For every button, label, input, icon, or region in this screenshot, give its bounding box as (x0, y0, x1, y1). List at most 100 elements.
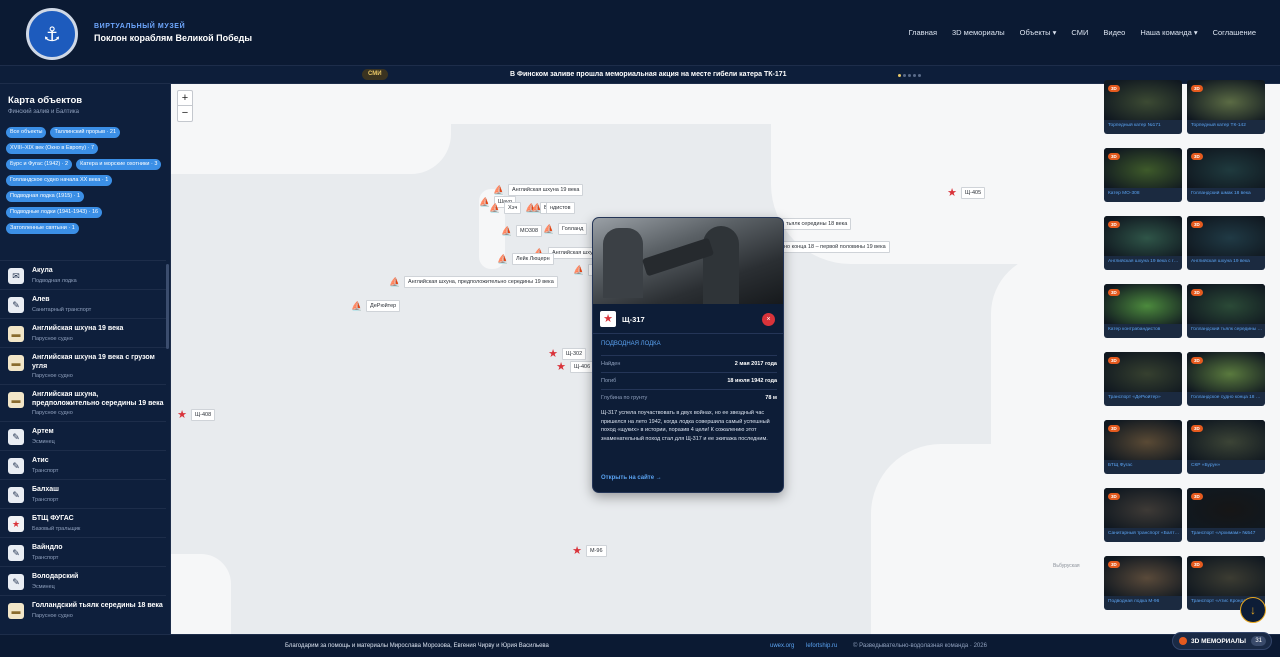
list-item-type: Парусное судно (32, 410, 73, 416)
memorial-card[interactable]: 3D Голландский шмак 18 века (1187, 148, 1265, 202)
nav-media[interactable]: СМИ (1071, 28, 1088, 37)
memorial-card[interactable]: 3D Катер МО-308 (1104, 148, 1182, 202)
nav-objects[interactable]: Объекты ▾ (1020, 28, 1057, 37)
nav-agreement[interactable]: Соглашение (1213, 28, 1256, 37)
list-item[interactable]: ✎ Атис Транспорт (0, 450, 166, 479)
memorial-caption: Голландский тьялк середины 18 века (1191, 327, 1263, 332)
museum-logo-icon[interactable]: ⚓ (26, 8, 78, 60)
zoom-out-button[interactable]: − (178, 106, 192, 121)
memorial-caption: Торпедный катер ТК-142 (1191, 123, 1246, 128)
memorial-card[interactable]: 3D Катер контрабандистов (1104, 284, 1182, 338)
site-footer: Благодарим за помощь и материалы Миросла… (0, 634, 1280, 657)
map-marker[interactable]: ★ Щ-405 (946, 187, 986, 199)
ship-icon: ⛵ (389, 277, 401, 287)
list-item[interactable]: ▬ Английская шхуна 19 века с грузом угля П… (0, 347, 166, 384)
list-item-type: Парусное судно (32, 335, 73, 342)
list-item[interactable]: ✎ Балхаш Транспорт (0, 479, 166, 508)
nav-3d-memorials[interactable]: 3D мемориалы (952, 28, 1005, 37)
map-marker[interactable]: ⛵ Голланд (543, 223, 588, 235)
footer-link-uwex[interactable]: uwex.org (770, 643, 794, 649)
map-marker[interactable]: ★ Щ-302 (547, 348, 587, 360)
arrow-down-icon: ↓ (1250, 603, 1256, 617)
map-marker[interactable]: ⛵ Английская шхуна 19 века (493, 184, 584, 196)
list-item[interactable]: ▬ Голландский тьялк середины 18 века Парус… (0, 595, 166, 624)
list-item-name: БТЩ ФУГАС (32, 515, 74, 522)
ticker-dot[interactable] (903, 74, 906, 77)
memorials-button[interactable]: 3D МЕМОРИАЛЫ 31 (1172, 632, 1272, 650)
memorial-caption: Подводная лодка М-96 (1108, 599, 1160, 604)
close-icon[interactable]: × (762, 313, 775, 326)
ticker-dot[interactable] (908, 74, 911, 77)
brand-title[interactable]: Поклон кораблям Великой Победы (94, 33, 252, 43)
memorial-card[interactable]: 3D Голландское судно конца 18 — первой по… (1187, 352, 1265, 406)
list-item[interactable]: ✎ Алев Санитарный транспорт (0, 289, 166, 318)
list-item[interactable]: ✎ Артем Эсминец (0, 421, 166, 450)
map-marker[interactable]: ★ Щ-408 (176, 409, 216, 421)
filter-chip[interactable]: XVIII–XIX век (Окно в Европу) · 7 (6, 143, 99, 154)
memorial-card[interactable]: 3D Транспорт «ДеРюйтер» (1104, 352, 1182, 406)
popup-category: ПОДВОДНАЯ ЛОДКА (601, 341, 661, 347)
popup-description: Щ-317 успела поучаствовать в двух войнах… (601, 410, 770, 442)
filter-chip[interactable]: Подводная лодка (1915) · 1 (6, 191, 85, 202)
land-area (871, 444, 1021, 634)
memorial-card[interactable]: 3D БТЩ Фугас (1104, 420, 1182, 474)
nav-home[interactable]: Главная (908, 28, 937, 37)
filter-chip[interactable]: Катера и морские охотники · 3 (76, 159, 162, 170)
map-marker[interactable]: ⛵ Английская шхуна, предположительно сере… (389, 276, 558, 288)
memorials-label: 3D МЕМОРИАЛЫ (1191, 637, 1247, 645)
filter-chip[interactable]: Таллинский прорыв · 21 (50, 127, 121, 138)
list-item[interactable]: ▬ Английская шхуна, предположительно сере… (0, 384, 166, 421)
memorial-card[interactable]: 3D Санитарный транспорт «Балтика» №524 (1104, 488, 1182, 542)
memorial-card[interactable]: 3D Торпедный катер ТК-142 (1187, 80, 1265, 134)
ship-icon: ✎ (8, 487, 24, 503)
memorial-card[interactable]: 3D Английская шхуна 19 века с грузом угля (1104, 216, 1182, 270)
memorial-caption: БТЩ Фугас (1108, 463, 1133, 468)
ticker-headline[interactable]: В Финском заливе прошла мемориальная акц… (510, 71, 787, 78)
filter-chip[interactable]: Бурс и Фугас (1942) · 2 (6, 159, 73, 170)
zoom-in-button[interactable]: + (178, 91, 192, 106)
filter-chip[interactable]: Подводные лодки (1941-1943) · 16 (6, 207, 103, 218)
footer-link-lefortship[interactable]: lefortship.ru (806, 643, 837, 649)
list-item[interactable]: ✎ Володарский Эсминец (0, 566, 166, 595)
row-key: Найден (601, 361, 621, 367)
scroll-down-button[interactable]: ↓ (1240, 597, 1266, 623)
map-marker[interactable]: ★ Щ-406 (555, 361, 595, 373)
filter-chip[interactable]: Все объекты (6, 127, 47, 138)
nav-team[interactable]: Наша команда ▾ (1140, 28, 1197, 37)
map-marker[interactable]: ⛵ MO308 (501, 225, 543, 237)
memorial-caption: Голландское судно конца 18 — первой поло… (1191, 395, 1263, 400)
memorial-card[interactable]: 3D Английская шхуна 19 века (1187, 216, 1265, 270)
memorial-card[interactable]: 3D Подводная лодка М-96 (1104, 556, 1182, 610)
map-marker-label: Щ-302 (562, 348, 587, 360)
map-marker[interactable]: ⛵ Хэч (489, 202, 522, 214)
3d-badge: 3D (1108, 493, 1120, 500)
map-marker-label: Голланд (558, 223, 588, 235)
map-marker[interactable]: ⛵ ДеРюйтер (351, 300, 401, 312)
filter-chip[interactable]: Голландское судно начала XX века · 1 (6, 175, 113, 186)
list-item[interactable]: ✎ Вайндло Транспорт (0, 537, 166, 566)
ticker-dot[interactable] (913, 74, 916, 77)
list-item[interactable]: ✉ Акула Подводная лодка (0, 260, 166, 289)
memorial-card[interactable]: 3D Транспорт «Архимам» №547 (1187, 488, 1265, 542)
ticker-dot[interactable] (918, 74, 921, 77)
ship-icon: ✎ (8, 574, 24, 590)
ticker-dot[interactable] (898, 74, 901, 77)
3d-badge: 3D (1191, 221, 1203, 228)
map-marker[interactable]: ⛵ Лейк Люцерн (497, 253, 554, 265)
memorial-card[interactable]: 3D Торпедный катер №171 (1104, 80, 1182, 134)
memorials-count: 31 (1251, 636, 1266, 646)
memorial-card[interactable]: 3D Голландский тьялк середины 18 века (1187, 284, 1265, 338)
list-item[interactable]: ▬ Английская шхуна 19 века Парусное судно (0, 318, 166, 347)
filter-chip[interactable]: Затопленные святыни · 1 (6, 223, 79, 234)
3d-badge: 3D (1108, 561, 1120, 568)
map-marker[interactable]: ★ М-96 (571, 545, 607, 557)
sailboat-icon: ▬ (8, 603, 24, 619)
memorial-card[interactable]: 3D СКР «Бурун» (1187, 420, 1265, 474)
list-item[interactable]: ★ БТЩ ФУГАС Базовый тральщик (0, 508, 166, 537)
sidebar-scrollbar[interactable] (166, 264, 169, 349)
open-site-link[interactable]: Открыть на сайте → (601, 475, 662, 481)
nav-video[interactable]: Видео (1103, 28, 1125, 37)
map-marker[interactable]: ⛵ ндистов (531, 202, 575, 214)
list-item-type: Санитарный транспорт (32, 306, 92, 313)
list-item-name: Вайндло (32, 544, 63, 551)
